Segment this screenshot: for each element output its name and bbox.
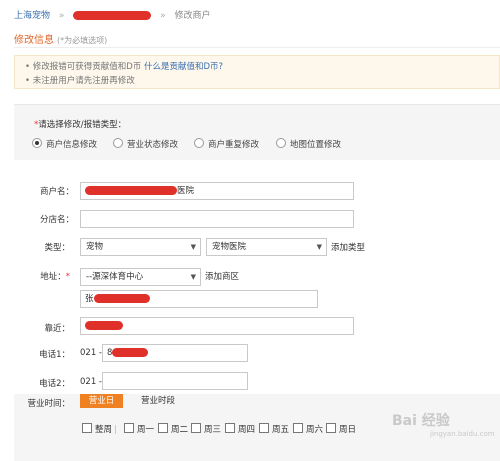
redacted-address: [93, 294, 150, 303]
hours-label: 营业时间：: [27, 399, 70, 409]
checkbox-sunday[interactable]: 周日: [326, 423, 356, 435]
page-title: 修改信息 (*为必填选项): [14, 31, 107, 46]
radio-map-location[interactable]: 地图位置修改: [276, 138, 341, 150]
name-value-visible: 医院: [177, 186, 195, 196]
page-title-text: 修改信息: [14, 35, 54, 46]
redacted-name: [85, 186, 177, 195]
checkbox-label: 整周: [95, 425, 113, 435]
divider: [14, 47, 500, 48]
checkbox-label: 周六: [306, 425, 324, 435]
phone2-area-code: 021 -: [80, 377, 102, 387]
checkbox-box[interactable]: [124, 423, 134, 433]
chevron-down-icon: ▼: [190, 243, 196, 251]
checkbox-friday[interactable]: 周五: [259, 423, 289, 435]
radio-circle[interactable]: [113, 138, 123, 148]
checkbox-box[interactable]: [82, 423, 92, 433]
checkbox-saturday[interactable]: 周六: [293, 423, 323, 435]
radio-label: 营业状态修改: [127, 140, 179, 150]
nearby-input[interactable]: [80, 317, 354, 335]
checkbox-label: 周二: [171, 425, 189, 435]
chevron-down-icon: ▼: [190, 273, 196, 281]
district-select[interactable]: --源深体育中心 ▼: [80, 268, 201, 286]
checkbox-box[interactable]: [259, 423, 269, 433]
watermark-url: jingyan.baidu.com: [430, 430, 495, 438]
phone1-area-code: 021 -: [80, 348, 102, 358]
radio-circle[interactable]: [194, 138, 204, 148]
checkbox-box[interactable]: [158, 423, 168, 433]
category-primary-select[interactable]: 宠物 ▼: [80, 238, 201, 256]
redacted-breadcrumb-item: [73, 11, 152, 20]
radio-circle[interactable]: [276, 138, 286, 148]
nearby-label: 靠近：: [44, 324, 70, 334]
add-category-link[interactable]: 添加类型: [331, 241, 365, 253]
checkbox-thursday[interactable]: 周四: [225, 423, 255, 435]
checkbox-box[interactable]: [326, 423, 336, 433]
checkbox-label: 周四: [238, 425, 256, 435]
branch-label: 分店名：: [39, 215, 74, 225]
tip-line-1: • 修改报错可获得贡献值和D币 什么是贡献值和D币?: [25, 60, 223, 72]
checkbox-box[interactable]: [293, 423, 303, 433]
radio-merchant-info[interactable]: 商户信息修改: [32, 138, 97, 150]
checkbox-box[interactable]: [225, 423, 235, 433]
checkbox-label: 周五: [272, 425, 290, 435]
type-select-label: 请选择修改/报错类型：: [38, 120, 127, 130]
divider: |: [114, 425, 117, 435]
type-select-panel: [14, 104, 500, 160]
checkbox-tuesday[interactable]: 周二: [158, 423, 188, 435]
breadcrumb-home-link[interactable]: 上海宠物: [14, 11, 50, 21]
checkbox-monday[interactable]: 周一: [124, 423, 154, 435]
redacted-nearby: [85, 321, 123, 330]
category-label: 类型：: [44, 243, 70, 253]
chevron-down-icon: ▼: [316, 243, 322, 251]
checkbox-label: 周一: [137, 425, 155, 435]
checkbox-label: 周日: [339, 425, 357, 435]
tab-business-hours[interactable]: 营业时段: [133, 394, 183, 408]
tip-line-2: • 未注册用户请先注册再修改: [25, 76, 135, 86]
tab-business-days[interactable]: 营业日: [80, 394, 123, 408]
phone1-label: 电话1：: [39, 350, 70, 360]
name-label: 商户名：: [39, 187, 74, 197]
phone2-input[interactable]: [102, 372, 248, 390]
radio-label: 商户重复修改: [208, 140, 260, 150]
type-select-title: *请选择修改/报错类型：: [34, 118, 126, 130]
redacted-phone: [112, 348, 149, 357]
radio-duplicate-merchant[interactable]: 商户重复修改: [194, 138, 259, 150]
category-secondary-select[interactable]: 宠物医院 ▼: [206, 238, 327, 256]
checkbox-box[interactable]: [191, 423, 201, 433]
checkbox-whole-week[interactable]: 整周 |: [82, 423, 117, 435]
radio-label: 商户信息修改: [46, 140, 98, 150]
phone2-label: 电话2：: [39, 379, 70, 389]
help-link[interactable]: 什么是贡献值和D币?: [144, 62, 223, 72]
name-input[interactable]: 医院: [80, 182, 354, 200]
watermark: Bai 经验: [392, 413, 450, 429]
radio-label: 地图位置修改: [290, 140, 342, 150]
radio-business-status[interactable]: 营业状态修改: [113, 138, 178, 150]
breadcrumb-current: 修改商户: [174, 11, 211, 21]
select-value: 宠物医院: [212, 242, 247, 252]
breadcrumb-separator: »: [160, 11, 166, 21]
phone1-input[interactable]: 8: [102, 344, 248, 362]
select-value: 宠物: [86, 242, 104, 252]
required-note: (*为必填选项): [57, 36, 108, 45]
radio-circle[interactable]: [32, 138, 42, 148]
checkbox-wednesday[interactable]: 周三: [191, 423, 221, 435]
tip-text: • 修改报错可获得贡献值和D币: [25, 62, 142, 72]
breadcrumb: 上海宠物 » » 修改商户: [14, 8, 211, 21]
select-value: --源深体育中心: [86, 272, 144, 282]
address-input[interactable]: 张: [80, 290, 318, 308]
branch-input[interactable]: [80, 210, 354, 228]
address-label-text: 地址：: [40, 272, 66, 282]
checkbox-label: 周三: [204, 425, 222, 435]
tips-box: • 修改报错可获得贡献值和D币 什么是贡献值和D币? • 未注册用户请先注册再修…: [14, 55, 500, 89]
address-label: 地址：*: [20, 270, 70, 282]
breadcrumb-separator: »: [58, 11, 65, 21]
required-mark: *: [65, 272, 70, 282]
add-district-link[interactable]: 添加商区: [205, 270, 239, 282]
address-value-visible: 张: [85, 294, 94, 304]
